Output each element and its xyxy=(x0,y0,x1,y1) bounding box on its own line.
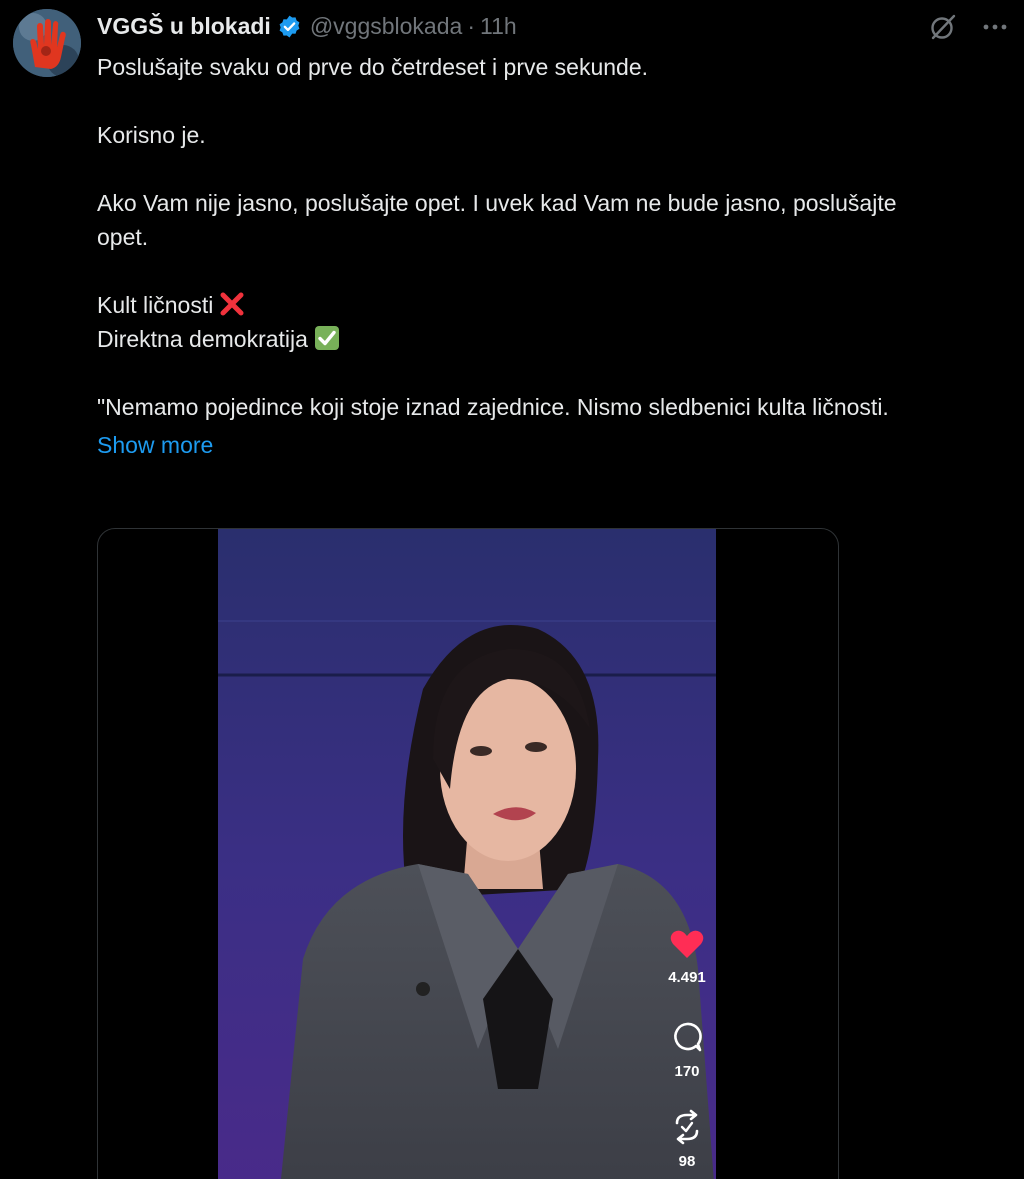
comment-count: 170 xyxy=(674,1063,700,1080)
tweet-line: "Nemamo pojedince koji stoje iznad zajed… xyxy=(97,394,889,420)
video-frame[interactable] xyxy=(218,529,716,1179)
tweet-header: VGGŠ u blokadi @vggsblokada · 11h xyxy=(97,10,517,42)
tweet-line-with-emoji: Kult ličnosti xyxy=(97,288,977,322)
tweet-text: Poslušajte svaku od prve do četrdeset i … xyxy=(97,50,977,462)
timestamp[interactable]: 11h xyxy=(480,13,517,40)
verified-badge-icon[interactable] xyxy=(277,14,302,39)
tweet-line-with-emoji: Direktna demokratija xyxy=(97,322,977,356)
repost-action[interactable]: 98 xyxy=(657,1109,717,1170)
video-player[interactable]: 4.491 170 98 xyxy=(97,528,839,1179)
check-mark-emoji-icon xyxy=(314,325,340,351)
tweet-line: Poslušajte svaku od prve do četrdeset i … xyxy=(97,54,649,80)
more-icon[interactable] xyxy=(980,12,1010,42)
video-thumbnail xyxy=(218,529,716,1179)
grok-icon[interactable] xyxy=(928,12,958,42)
cross-mark-emoji-icon xyxy=(219,291,245,317)
handle[interactable]: @vggsblokada xyxy=(310,13,463,40)
tweet-line: Ako Vam nije jasno, poslušajte opet. I u… xyxy=(97,190,897,250)
like-count: 4.491 xyxy=(668,969,706,986)
separator: · xyxy=(467,12,475,39)
repost-count: 98 xyxy=(678,1153,696,1170)
tweet-line: Direktna demokratija xyxy=(97,326,308,352)
tweet[interactable]: VGGŠ u blokadi @vggsblokada · 11h Posluš… xyxy=(0,0,1024,1179)
comment-icon xyxy=(674,1022,702,1052)
avatar[interactable] xyxy=(13,9,81,77)
heart-icon xyxy=(670,930,704,958)
header-actions xyxy=(928,12,1010,42)
tweet-line: Korisno je. xyxy=(97,122,206,148)
repost-icon xyxy=(675,1109,699,1145)
show-more-link[interactable]: Show more xyxy=(97,428,977,462)
avatar-image xyxy=(13,9,81,77)
tweet-line: Kult ličnosti xyxy=(97,292,214,318)
comment-action[interactable]: 170 xyxy=(657,1021,717,1080)
like-action[interactable]: 4.491 xyxy=(657,929,717,986)
display-name[interactable]: VGGŠ u blokadi xyxy=(97,13,271,40)
